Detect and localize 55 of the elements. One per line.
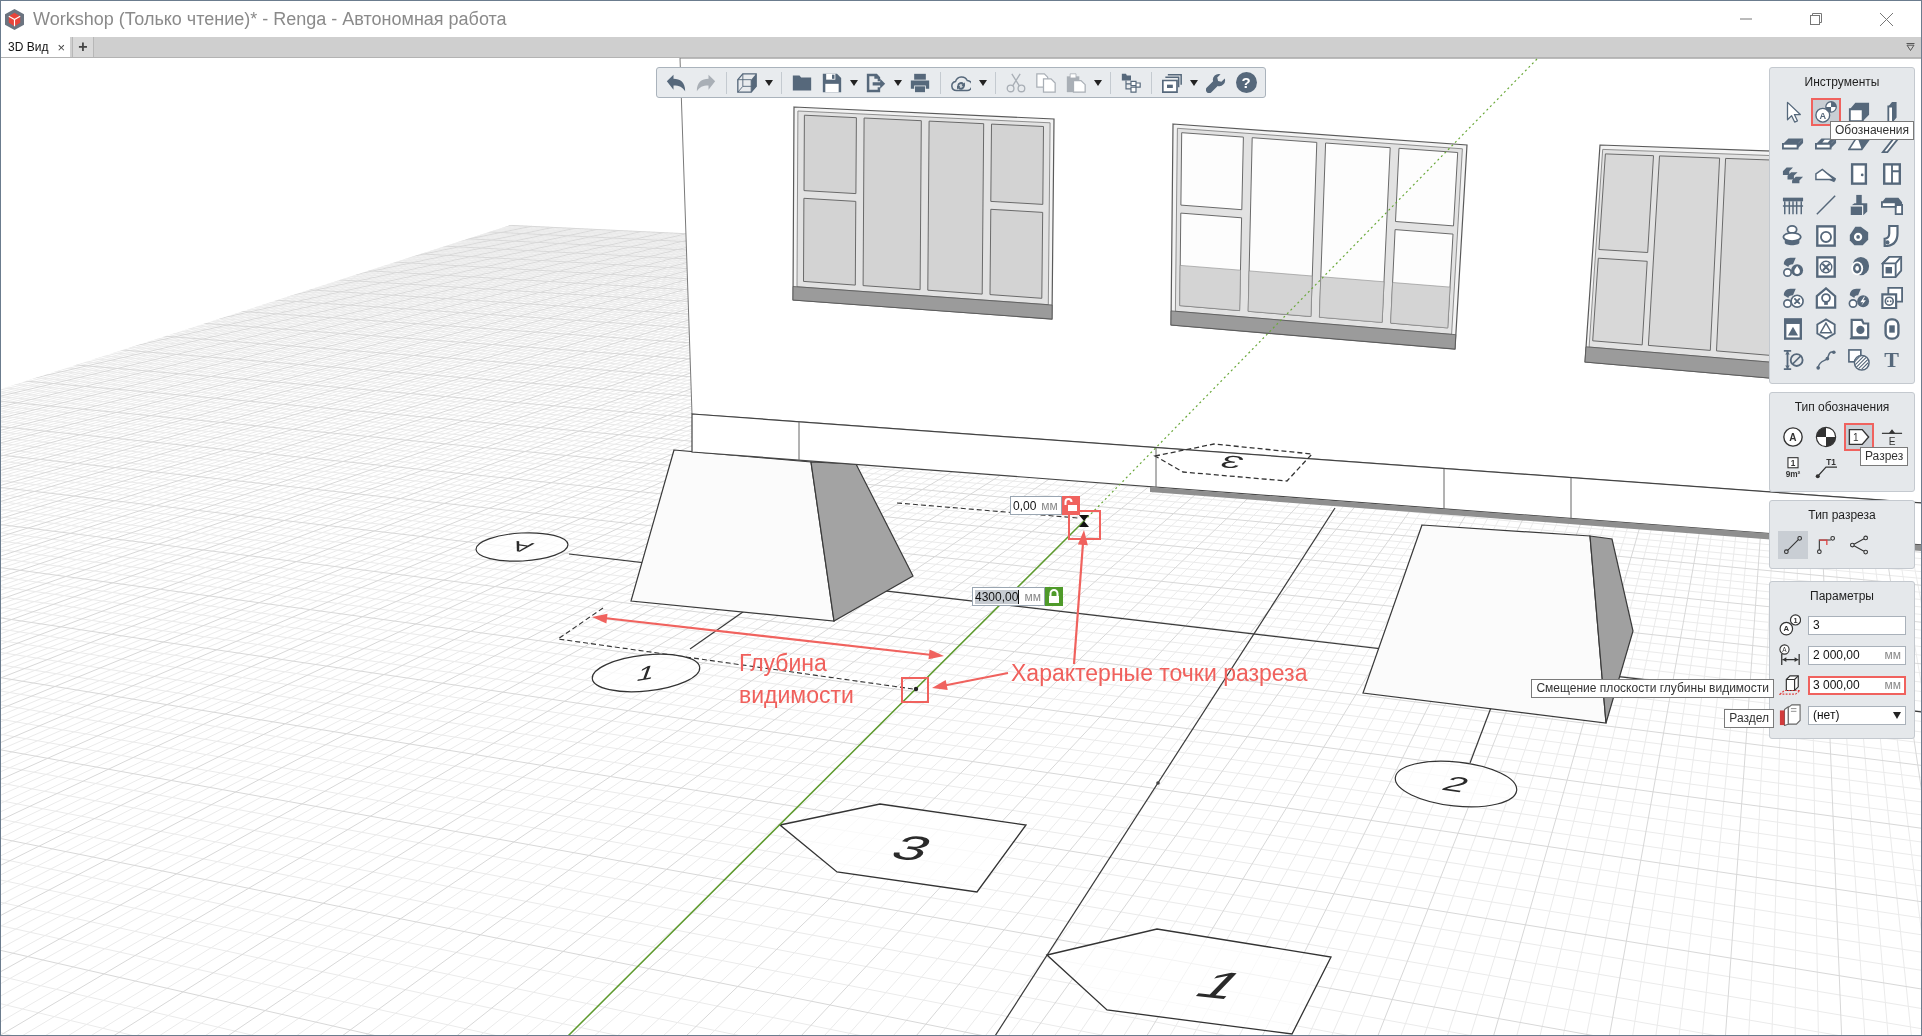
text-cursor-icon [1018, 589, 1020, 604]
straight-line-icon[interactable] [1782, 534, 1803, 555]
dimension-field[interactable]: 0,00 мм [1010, 496, 1062, 515]
hourglass-marker-icon [1079, 515, 1089, 527]
panel-title: Инструменты [1804, 75, 1880, 89]
help-button[interactable]: ? [1235, 72, 1257, 93]
wireframe-cube-icon[interactable] [737, 72, 757, 93]
tooltip: Раздел [1724, 709, 1774, 728]
curved-arrow-icon[interactable] [666, 72, 686, 93]
close-icon[interactable] [1879, 12, 1893, 26]
highlight-frame [1068, 510, 1101, 540]
wrench-icon[interactable] [1206, 72, 1226, 93]
text-tool-button[interactable]: T [1876, 345, 1907, 374]
section-label: 3 [883, 828, 941, 869]
panel-title: Параметры [1810, 589, 1874, 603]
dimension-field[interactable]: 4300,00 мм [972, 587, 1045, 606]
tab-close-button[interactable]: × [55, 39, 67, 55]
panel-title: Тип разреза [1808, 508, 1876, 522]
caret-icon[interactable] [850, 79, 858, 86]
depth-offset-field[interactable]: 3 000,00 мм [1808, 675, 1906, 695]
tooltip: Разрез [1860, 447, 1909, 466]
document-arrow-icon[interactable] [866, 72, 886, 93]
caret-icon[interactable] [1190, 79, 1198, 86]
section-dropdown[interactable]: (нет) [1808, 705, 1906, 725]
stepped-line-icon[interactable] [1815, 534, 1836, 555]
tab[interactable]: 3D Вид × [1, 37, 70, 57]
angled-line-icon[interactable] [1848, 534, 1869, 555]
restore-icon[interactable] [1810, 13, 1822, 25]
section-label: 3 [1215, 451, 1249, 473]
axis-label: А [506, 538, 538, 556]
tooltip: Смещение плоскости глубины видимости [1531, 679, 1774, 698]
printer-icon[interactable] [910, 72, 930, 93]
panel-title: Тип обозначения [1794, 400, 1890, 414]
tree-diagram-icon[interactable] [1121, 72, 1141, 93]
window-title: Workshop (Только чтение)* - Renga - Автономная работа [33, 8, 507, 30]
axis-label: 1 [633, 660, 659, 687]
book-stack-icon [1779, 704, 1801, 726]
highlight-frame [901, 677, 929, 703]
length-field[interactable]: 2 000,00 мм [1808, 645, 1906, 665]
caret-icon[interactable] [979, 79, 987, 86]
caret-icon[interactable] [1893, 711, 1901, 719]
straight-section-button[interactable] [1777, 530, 1808, 559]
point-icon [1156, 781, 1160, 785]
down-triangle-icon[interactable] [1906, 43, 1915, 51]
new-tab-button[interactable]: + [72, 37, 94, 57]
stacked-frames-icon[interactable] [1162, 72, 1182, 93]
depth-plane-icon [1779, 674, 1801, 696]
caret-icon[interactable] [894, 79, 902, 86]
app-logo-icon [5, 8, 24, 30]
axis-label: 2 [1436, 771, 1476, 797]
caret-icon[interactable] [765, 79, 773, 86]
section-label: 1 [1183, 963, 1258, 1007]
point-icon [913, 686, 919, 692]
callout-text: Глубина видимости [739, 649, 855, 710]
number-field[interactable]: 3 [1808, 615, 1906, 635]
